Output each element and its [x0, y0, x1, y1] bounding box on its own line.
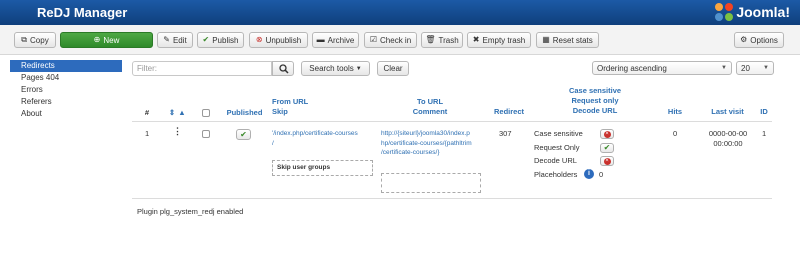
plugin-status-text: Plugin plg_system_redj enabled	[137, 207, 244, 216]
plus-circle-icon: ⊕	[93, 35, 101, 44]
col-header-published[interactable]: Published	[222, 108, 267, 118]
sidebar-item-pages-404[interactable]: Pages 404	[10, 72, 122, 84]
new-button[interactable]: ⊕ New	[60, 32, 153, 48]
to-url-link[interactable]: http://{siteurl}/joomla30/index.p hp/cer…	[381, 129, 472, 158]
id-value: 1	[762, 129, 767, 138]
comment-box	[381, 173, 481, 193]
x-icon: ×	[603, 130, 611, 138]
sidebar-item-redirects[interactable]: Redirects	[10, 60, 122, 72]
reset-stats-button[interactable]: ▦ Reset stats	[536, 32, 599, 48]
sidebar: Redirects Pages 404 Errors Referers Abou…	[10, 60, 122, 120]
select-all-checkbox[interactable]	[202, 109, 210, 117]
unpublish-icon: ⊗	[255, 35, 263, 44]
copy-button[interactable]: ⧉ Copy	[14, 32, 56, 48]
row-checkbox[interactable]	[202, 130, 210, 138]
col-header-from-url[interactable]: From URL	[272, 97, 322, 107]
col-header-comment[interactable]: Comment	[400, 107, 460, 117]
row-number: 1	[145, 129, 150, 138]
check-icon: ✔	[240, 130, 247, 139]
caret-down-icon: ▼	[355, 65, 362, 72]
published-toggle[interactable]: ✔	[236, 129, 251, 140]
archive-button[interactable]: ▬ Archive	[312, 32, 359, 48]
archive-icon: ▬	[316, 35, 325, 44]
ordering-sort-icon[interactable]: ⇕	[166, 108, 178, 118]
skip-user-groups-box: Skip user groups	[272, 160, 373, 176]
joomla-brand-text: Joomla!	[736, 4, 790, 20]
redirect-code: 307	[499, 129, 512, 138]
decode-url-toggle[interactable]: ×	[600, 156, 614, 166]
chevron-down-icon: ▼	[721, 65, 727, 71]
ordering-select[interactable]: Ordering ascending ▼	[592, 61, 732, 75]
row-divider	[132, 198, 772, 199]
edit-button[interactable]: ✎ Edit	[157, 32, 193, 48]
gear-icon: ⚙	[740, 35, 748, 44]
col-header-hits[interactable]: Hits	[660, 107, 690, 117]
col-header-request-only[interactable]: Request only	[545, 96, 645, 106]
opt-placeholders-label: Placeholders	[534, 170, 578, 179]
page-title: ReDJ Manager	[37, 5, 128, 20]
chevron-down-icon: ▼	[763, 65, 769, 71]
clear-button[interactable]: Clear	[377, 61, 409, 76]
from-url-link[interactable]: '/index.php/certificate-courses /	[272, 129, 358, 148]
col-header-case-sensitive[interactable]: Case sensitive	[545, 86, 645, 96]
options-button[interactable]: ⚙ Options	[734, 32, 784, 48]
opt-decode-url-label: Decode URL	[534, 156, 577, 165]
check-icon: ✔	[603, 143, 611, 152]
joomla-logo-icon	[715, 3, 734, 21]
empty-trash-button[interactable]: ✖ Empty trash	[467, 32, 531, 48]
col-header-last-visit[interactable]: Last visit	[705, 107, 750, 117]
col-header-num: #	[144, 108, 150, 117]
unpublish-button[interactable]: ⊗ Unpublish	[249, 32, 308, 48]
col-header-decode-url[interactable]: Decode URL	[545, 106, 645, 116]
stats-icon: ▦	[542, 35, 550, 44]
x-icon: ×	[603, 157, 611, 165]
request-only-toggle[interactable]: ✔	[600, 143, 614, 153]
publish-button[interactable]: ✔ Publish	[197, 32, 244, 48]
col-header-id[interactable]: ID	[755, 107, 773, 117]
col-header-redirect[interactable]: Redirect	[484, 107, 534, 117]
check-icon: ✔	[202, 35, 210, 44]
sort-asc-icon[interactable]: ▲	[178, 108, 186, 118]
header-divider	[132, 121, 772, 122]
sidebar-item-referers[interactable]: Referers	[10, 96, 122, 108]
x-icon: ✖	[472, 35, 480, 44]
placeholders-count: 0	[599, 170, 604, 179]
joomla-logo: Joomla!	[715, 3, 790, 21]
trash-icon: 🗑	[425, 35, 436, 44]
opt-case-sensitive-label: Case sensitive	[534, 129, 583, 138]
checkin-button[interactable]: ☑ Check in	[364, 32, 417, 48]
last-visit-value: 0000-00-00 00:00:00	[708, 129, 748, 148]
hits-value: 0	[673, 129, 678, 138]
info-icon[interactable]: i	[584, 169, 594, 179]
search-icon	[279, 64, 289, 74]
search-input[interactable]	[132, 61, 272, 76]
col-header-to-url[interactable]: To URL	[400, 97, 460, 107]
trash-button[interactable]: 🗑 Trash	[421, 32, 463, 48]
opt-request-only-label: Request Only	[534, 143, 580, 152]
sidebar-item-errors[interactable]: Errors	[10, 84, 122, 96]
limit-select[interactable]: 20 ▼	[736, 61, 774, 75]
copy-icon: ⧉	[21, 35, 28, 44]
search-tools-button[interactable]: Search tools ▼	[301, 61, 370, 76]
edit-icon: ✎	[163, 35, 170, 44]
checkbox-icon: ☑	[369, 35, 378, 44]
sidebar-item-about[interactable]: About	[10, 108, 122, 120]
toolbar: ⧉ Copy ⊕ New ✎ Edit ✔ Publish ⊗ Unpublish ▬ Ar…	[0, 25, 800, 55]
app-header: ReDJ Manager Joomla!	[0, 0, 800, 25]
drag-handle-icon[interactable]: ⋮	[173, 126, 182, 137]
search-button[interactable]	[272, 61, 294, 76]
col-header-skip[interactable]: Skip	[272, 107, 322, 117]
case-sensitive-toggle[interactable]: ×	[600, 129, 614, 139]
